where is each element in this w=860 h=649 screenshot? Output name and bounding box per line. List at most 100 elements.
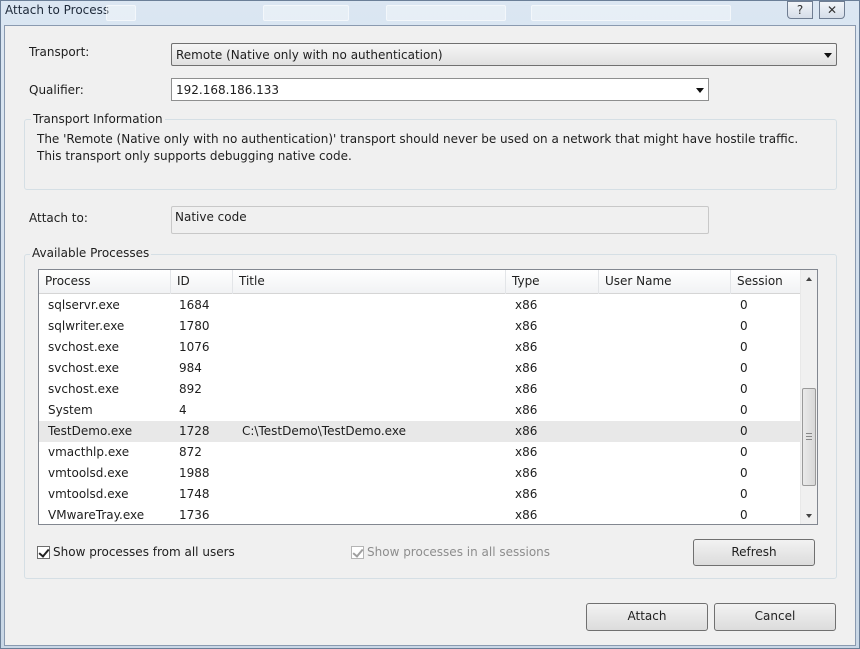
column-header-type[interactable]: Type bbox=[506, 270, 599, 294]
available-processes-title: Available Processes bbox=[30, 246, 152, 260]
transport-information-title: Transport Information bbox=[31, 112, 165, 126]
cell-session: 0 bbox=[740, 319, 748, 333]
chevron-down-icon[interactable] bbox=[696, 88, 704, 93]
qualifier-value: 192.168.186.133 bbox=[176, 83, 280, 97]
qualifier-combobox[interactable]: 192.168.186.133 bbox=[171, 78, 709, 101]
transport-value: Remote (Native only with no authenticati… bbox=[176, 48, 443, 62]
cell-id: 1684 bbox=[179, 298, 210, 312]
cell-id: 4 bbox=[179, 403, 187, 417]
background-toolbar-ghost bbox=[106, 5, 136, 21]
table-row[interactable]: svchost.exe 984 x86 0 bbox=[39, 358, 801, 379]
table-row[interactable]: System 4 x86 0 bbox=[39, 400, 801, 421]
cell-type: x86 bbox=[515, 445, 538, 459]
close-icon: ✕ bbox=[826, 3, 838, 17]
cell-type: x86 bbox=[515, 340, 538, 354]
table-row[interactable]: svchost.exe 1076 x86 0 bbox=[39, 337, 801, 358]
column-header-session[interactable]: Session bbox=[731, 270, 801, 294]
table-row[interactable]: svchost.exe 892 x86 0 bbox=[39, 379, 801, 400]
cell-session: 0 bbox=[740, 403, 748, 417]
dialog-client-area: Transport: Remote (Native only with no a… bbox=[4, 25, 856, 646]
column-header-title[interactable]: Title bbox=[233, 270, 506, 294]
grip-icon bbox=[806, 433, 812, 440]
cell-type: x86 bbox=[515, 319, 538, 333]
table-row[interactable]: sqlwriter.exe 1780 x86 0 bbox=[39, 316, 801, 337]
cell-id: 892 bbox=[179, 382, 202, 396]
chevron-down-icon bbox=[824, 53, 832, 58]
refresh-button[interactable]: Refresh bbox=[693, 539, 815, 566]
cell-type: x86 bbox=[515, 361, 538, 375]
window-title: Attach to Process bbox=[5, 3, 110, 17]
cell-id: 1780 bbox=[179, 319, 210, 333]
background-toolbar-ghost bbox=[531, 5, 731, 21]
attach-to-field[interactable]: Native code bbox=[171, 206, 709, 234]
show-all-users-label[interactable]: Show processes from all users bbox=[53, 545, 235, 559]
close-button[interactable]: ✕ bbox=[819, 1, 845, 19]
process-list[interactable]: Process ID Title Type User Name Session … bbox=[38, 269, 818, 525]
help-button[interactable]: ? bbox=[787, 1, 813, 19]
process-list-header: Process ID Title Type User Name Session bbox=[39, 270, 801, 294]
title-bar[interactable]: Attach to Process ? ✕ bbox=[1, 1, 859, 25]
cell-type: x86 bbox=[515, 424, 538, 438]
cell-process: sqlservr.exe bbox=[48, 298, 120, 312]
cell-session: 0 bbox=[740, 508, 748, 522]
qualifier-label: Qualifier: bbox=[29, 83, 84, 97]
cell-session: 0 bbox=[740, 340, 748, 354]
cell-session: 0 bbox=[740, 445, 748, 459]
cell-process: vmtoolsd.exe bbox=[48, 487, 129, 501]
cell-session: 0 bbox=[740, 424, 748, 438]
cell-session: 0 bbox=[740, 361, 748, 375]
cell-id: 1076 bbox=[179, 340, 210, 354]
cell-session: 0 bbox=[740, 382, 748, 396]
background-toolbar-ghost bbox=[263, 5, 349, 21]
cell-session: 0 bbox=[740, 487, 748, 501]
cell-type: x86 bbox=[515, 508, 538, 522]
help-icon: ? bbox=[796, 3, 804, 17]
table-row[interactable]: vmtoolsd.exe 1988 x86 0 bbox=[39, 463, 801, 484]
cell-process: vmacthlp.exe bbox=[48, 445, 130, 459]
scroll-up-icon[interactable] bbox=[801, 270, 817, 287]
cell-process: svchost.exe bbox=[48, 361, 119, 375]
cancel-button[interactable]: Cancel bbox=[714, 603, 836, 631]
cell-process: TestDemo.exe bbox=[48, 424, 133, 438]
attach-to-value: Native code bbox=[175, 210, 247, 224]
transport-information-text: The 'Remote (Native only with no authent… bbox=[37, 132, 799, 163]
cell-type: x86 bbox=[515, 466, 538, 480]
attach-button[interactable]: Attach bbox=[586, 603, 708, 631]
show-all-sessions-checkbox bbox=[351, 546, 364, 559]
background-toolbar-ghost bbox=[386, 5, 506, 21]
scroll-thumb[interactable] bbox=[802, 388, 816, 486]
show-all-sessions-label: Show processes in all sessions bbox=[367, 545, 551, 559]
attach-to-process-dialog: Attach to Process ? ✕ Transport: Remote … bbox=[0, 0, 860, 649]
cell-id: 1748 bbox=[179, 487, 210, 501]
attach-to-label: Attach to: bbox=[29, 211, 88, 225]
table-row[interactable]: VMwareTray.exe 1736 x86 0 bbox=[39, 505, 801, 524]
cell-type: x86 bbox=[515, 298, 538, 312]
cell-session: 0 bbox=[740, 298, 748, 312]
cell-type: x86 bbox=[515, 382, 538, 396]
cell-process: sqlwriter.exe bbox=[48, 319, 125, 333]
transport-dropdown[interactable]: Remote (Native only with no authenticati… bbox=[171, 43, 837, 66]
cell-session: 0 bbox=[740, 466, 748, 480]
cell-process: System bbox=[48, 403, 93, 417]
cell-id: 1728 bbox=[179, 424, 210, 438]
cell-process: VMwareTray.exe bbox=[48, 508, 145, 522]
cell-id: 1988 bbox=[179, 466, 210, 480]
cell-process: vmtoolsd.exe bbox=[48, 466, 129, 480]
table-row[interactable]: TestDemo.exe 1728 C:\TestDemo\TestDemo.exe… bbox=[39, 421, 801, 442]
column-header-user-name[interactable]: User Name bbox=[599, 270, 731, 294]
cell-title: C:\TestDemo\TestDemo.exe bbox=[242, 424, 406, 438]
process-list-scrollbar[interactable] bbox=[800, 270, 817, 524]
cell-type: x86 bbox=[515, 487, 538, 501]
show-all-users-checkbox[interactable] bbox=[37, 546, 50, 559]
table-row[interactable]: sqlservr.exe 1684 x86 0 bbox=[39, 295, 801, 316]
transport-label: Transport: bbox=[29, 45, 90, 59]
cell-id: 984 bbox=[179, 361, 202, 375]
process-rows: sqlservr.exe 1684 x86 0 sqlwriter.exe 1780 x86… bbox=[39, 295, 801, 524]
column-header-process[interactable]: Process bbox=[39, 270, 171, 294]
table-row[interactable]: vmacthlp.exe 872 x86 0 bbox=[39, 442, 801, 463]
cell-type: x86 bbox=[515, 403, 538, 417]
column-header-id[interactable]: ID bbox=[171, 270, 233, 294]
cell-id: 872 bbox=[179, 445, 202, 459]
table-row[interactable]: vmtoolsd.exe 1748 x86 0 bbox=[39, 484, 801, 505]
scroll-down-icon[interactable] bbox=[801, 507, 817, 524]
